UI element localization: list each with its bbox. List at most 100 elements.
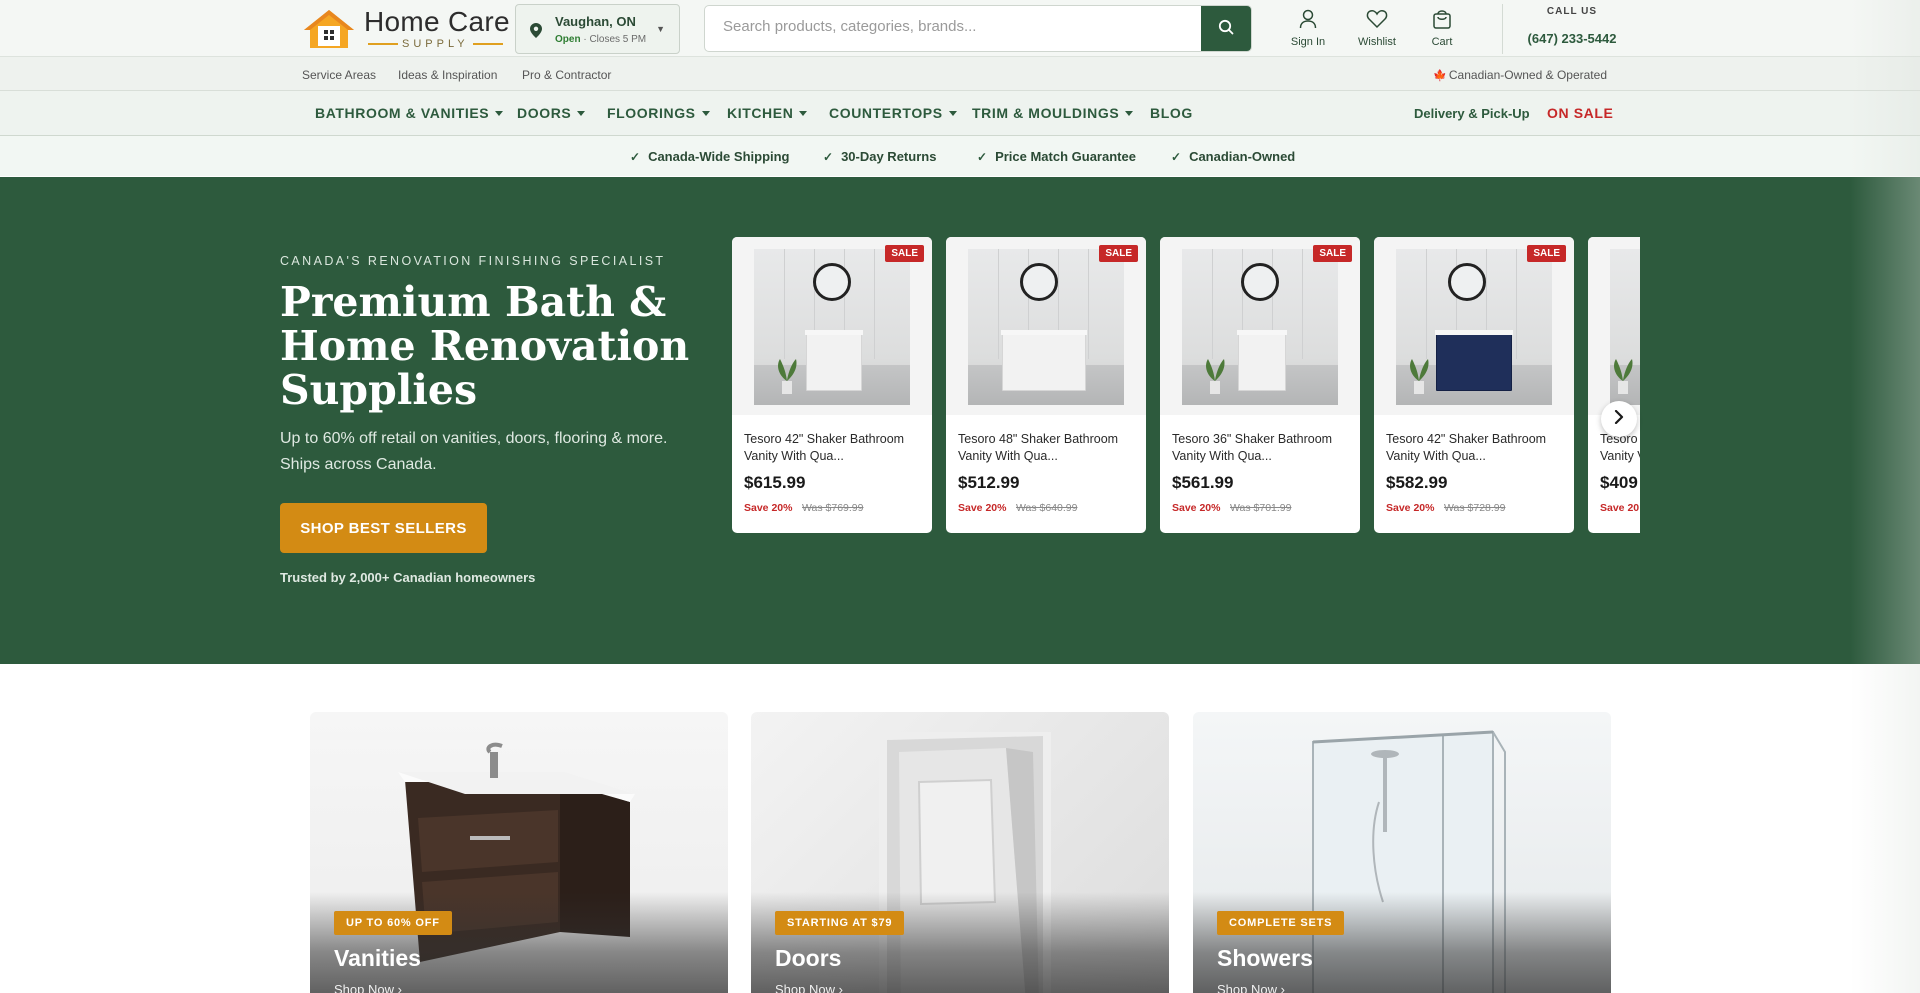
divider	[1502, 4, 1503, 54]
phone-number[interactable]: (647) 233-5442	[1524, 31, 1620, 46]
call-us[interactable]: CALL US (647) 233-5442	[1524, 6, 1620, 46]
house-logo-icon	[302, 8, 356, 50]
hero-eyebrow: CANADA'S RENOVATION FINISHING SPECIALIST	[280, 254, 666, 268]
sale-badge: SALE	[885, 245, 924, 262]
caret-down-icon	[799, 110, 808, 116]
shop-best-sellers-button[interactable]: SHOP BEST SELLERS	[280, 503, 487, 553]
search-input[interactable]	[723, 18, 1193, 35]
product-was-price: Was $769.99	[802, 502, 864, 514]
maple-leaf-flag-icon: 🍁	[1433, 70, 1447, 82]
benefit-item: ✓ Canada-Wide Shipping	[630, 149, 790, 164]
sign-in-label: Sign In	[1290, 36, 1326, 48]
category-tile-doors[interactable]: STARTING AT $79 Doors Shop Now ›	[751, 712, 1169, 993]
carousel-next-button[interactable]	[1601, 401, 1637, 437]
check-icon: ✓	[977, 149, 988, 164]
logo[interactable]: Home Care SUPPLY	[302, 8, 510, 50]
product-price: $582.99	[1386, 473, 1448, 492]
nav-trim-mouldings[interactable]: TRIM & MOULDINGS	[972, 105, 1134, 121]
product-image: SALE	[1374, 237, 1574, 415]
nav-on-sale[interactable]: ON SALE	[1547, 105, 1613, 121]
main-nav: BATHROOM & VANITIES DOORS FLOORINGS KITC…	[0, 91, 1920, 136]
nav-kitchen[interactable]: KITCHEN	[727, 105, 808, 121]
product-image: SALE	[732, 237, 932, 415]
shop-now-link[interactable]: Shop Now ›	[775, 982, 843, 993]
pro-contractor-link[interactable]: Pro & Contractor	[522, 68, 611, 82]
store-city: Vaughan, ON	[555, 14, 636, 29]
product-name[interactable]: Tesoro 36" Shaker Bathroom Vanity With Q…	[1172, 431, 1352, 465]
benefits-strip: ✓ Canada-Wide Shipping ✓ 30-Day Returns ✓ P…	[0, 136, 1920, 176]
chevron-right-icon	[1614, 409, 1624, 429]
cart-button[interactable]: Cart	[1424, 8, 1460, 48]
caret-down-icon	[948, 110, 957, 116]
product-card[interactable]: SALE Tesoro 42" Shaker Bathroom Vanity W…	[732, 237, 932, 533]
bag-icon	[1424, 8, 1460, 30]
product-image: SALE	[946, 237, 1146, 415]
caret-down-icon	[495, 110, 504, 116]
tile-badge: COMPLETE SETS	[1217, 911, 1345, 935]
nav-doors[interactable]: DOORS	[517, 105, 586, 121]
check-icon: ✓	[823, 149, 834, 164]
tile-badge: STARTING AT $79	[775, 911, 905, 935]
product-card[interactable]: SALE Tesoro 48" Shaker Bathroom Vanity W…	[946, 237, 1146, 533]
hero-section: CANADA'S RENOVATION FINISHING SPECIALIST…	[0, 177, 1920, 664]
product-name[interactable]: Tesoro 48" Shaker Bathroom Vanity With Q…	[958, 431, 1138, 465]
nav-bathroom-vanities[interactable]: BATHROOM & VANITIES	[315, 105, 504, 121]
product-price: $512.99	[958, 473, 1020, 492]
tile-badge: UP TO 60% OFF	[334, 911, 452, 935]
tile-title: Showers	[1217, 945, 1313, 971]
product-image	[1588, 237, 1640, 415]
canadian-owned-note: 🍁 Canadian-Owned & Operated	[1433, 68, 1607, 82]
check-icon: ✓	[1171, 149, 1182, 164]
nav-blog[interactable]: BLOG	[1150, 105, 1193, 121]
product-price: $615.99	[744, 473, 806, 492]
search-icon	[1218, 19, 1234, 40]
tile-title: Vanities	[334, 945, 421, 971]
benefit-item: ✓ 30-Day Returns	[823, 149, 937, 164]
product-card[interactable]: SALE Tesoro 36" Shaker Bathroom Vanity W…	[1160, 237, 1360, 533]
user-icon	[1284, 8, 1332, 30]
call-us-label: CALL US	[1546, 6, 1598, 17]
product-savings: Save 20%	[1172, 502, 1221, 514]
benefit-item: ✓ Canadian-Owned	[1171, 149, 1296, 164]
hero-subtitle: Up to 60% off retail on vanities, doors,…	[280, 430, 668, 473]
caret-down-icon	[577, 110, 586, 116]
nav-floorings[interactable]: FLOORINGS	[607, 105, 710, 121]
search-button[interactable]	[1201, 6, 1251, 51]
ideas-inspiration-link[interactable]: Ideas & Inspiration	[398, 68, 497, 82]
tile-title: Doors	[775, 945, 842, 971]
category-tile-vanities[interactable]: UP TO 60% OFF Vanities Shop Now ›	[310, 712, 728, 993]
product-card[interactable]: TesoroVanity V $409 Save 20	[1588, 237, 1640, 533]
product-was-price: Was $701.99	[1230, 502, 1292, 514]
product-savings: Save 20%	[958, 502, 1007, 514]
wishlist-label: Wishlist	[1358, 36, 1396, 48]
product-carousel: SALE Tesoro 42" Shaker Bathroom Vanity W…	[732, 237, 1640, 533]
product-price: $561.99	[1172, 473, 1234, 492]
logo-subtitle: SUPPLY	[402, 38, 469, 50]
product-card[interactable]: SALE Tesoro 42" Shaker Bathroom Vanity W…	[1374, 237, 1574, 533]
service-areas-link[interactable]: Service Areas	[302, 68, 376, 82]
chevron-down-icon: ▼	[656, 24, 665, 34]
store-hours: Open · Closes 5 PM	[555, 34, 647, 45]
category-tile-showers[interactable]: COMPLETE SETS Showers Shop Now ›	[1193, 712, 1611, 993]
product-was-price: Was $728.99	[1444, 502, 1506, 514]
wishlist-button[interactable]: Wishlist	[1352, 8, 1402, 48]
sale-badge: SALE	[1527, 245, 1566, 262]
heart-icon	[1352, 8, 1402, 30]
product-savings: Save 20	[1600, 502, 1640, 514]
product-name[interactable]: Tesoro 42" Shaker Bathroom Vanity With Q…	[1386, 431, 1566, 465]
site-header: Home Care SUPPLY Vaughan, ON Open · Clos…	[0, 0, 1920, 57]
hero-title: Premium Bath & Home Renovation Supplies	[280, 278, 690, 414]
trust-note: Trusted by 2,000+ Canadian homeowners	[280, 570, 536, 585]
product-price: $409	[1600, 473, 1638, 492]
store-selector[interactable]: Vaughan, ON Open · Closes 5 PM ▼	[515, 4, 680, 54]
sign-in-button[interactable]: Sign In	[1284, 8, 1332, 48]
caret-down-icon	[1125, 110, 1134, 116]
caret-down-icon	[701, 110, 710, 116]
product-name[interactable]: Tesoro 42" Shaker Bathroom Vanity With Q…	[744, 431, 924, 465]
shop-now-link[interactable]: Shop Now ›	[334, 982, 402, 993]
search-bar	[704, 5, 1252, 52]
cart-label: Cart	[1431, 36, 1453, 48]
nav-delivery-pickup[interactable]: Delivery & Pick-Up	[1414, 106, 1530, 121]
nav-countertops[interactable]: COUNTERTOPS	[829, 105, 957, 121]
shop-now-link[interactable]: Shop Now ›	[1217, 982, 1285, 993]
